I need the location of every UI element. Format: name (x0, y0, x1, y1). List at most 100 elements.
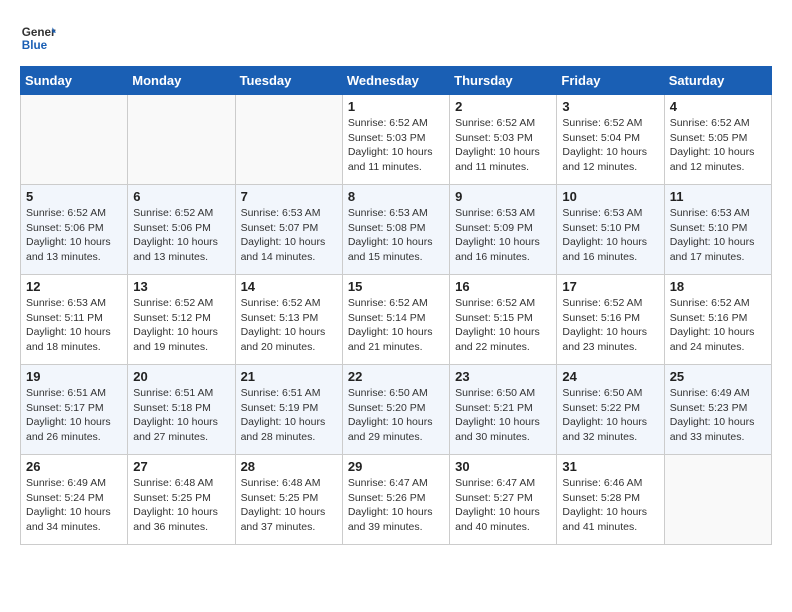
calendar-cell: 15 Sunrise: 6:52 AM Sunset: 5:14 PM Dayli… (342, 275, 449, 365)
day-number: 19 (26, 369, 122, 384)
day-info: Sunrise: 6:52 AM Sunset: 5:16 PM Dayligh… (670, 296, 766, 355)
day-number: 22 (348, 369, 444, 384)
calendar-week-row: 26 Sunrise: 6:49 AM Sunset: 5:24 PM Dayli… (21, 455, 772, 545)
calendar-cell (21, 95, 128, 185)
calendar-cell: 6Sunrise: 6:52 AM Sunset: 5:06 PM Daylig… (128, 185, 235, 275)
day-number: 2 (455, 99, 551, 114)
calendar-cell: 10 Sunrise: 6:53 AM Sunset: 5:10 PM Dayli… (557, 185, 664, 275)
calendar-cell: 13 Sunrise: 6:52 AM Sunset: 5:12 PM Dayli… (128, 275, 235, 365)
day-number: 30 (455, 459, 551, 474)
calendar-cell (128, 95, 235, 185)
day-info: Sunrise: 6:52 AM Sunset: 5:15 PM Dayligh… (455, 296, 551, 355)
day-number: 17 (562, 279, 658, 294)
day-number: 10 (562, 189, 658, 204)
calendar-cell: 19 Sunrise: 6:51 AM Sunset: 5:17 PM Dayli… (21, 365, 128, 455)
day-number: 5 (26, 189, 122, 204)
calendar-cell: 18 Sunrise: 6:52 AM Sunset: 5:16 PM Dayli… (664, 275, 771, 365)
calendar-cell: 25 Sunrise: 6:49 AM Sunset: 5:23 PM Dayli… (664, 365, 771, 455)
calendar-cell: 30Sunrise: 6:47 AM Sunset: 5:27 PM Dayli… (450, 455, 557, 545)
day-info: Sunrise: 6:49 AM Sunset: 5:23 PM Dayligh… (670, 386, 766, 445)
day-info: Sunrise: 6:52 AM Sunset: 5:12 PM Dayligh… (133, 296, 229, 355)
day-info: Sunrise: 6:52 AM Sunset: 5:13 PM Dayligh… (241, 296, 337, 355)
day-number: 12 (26, 279, 122, 294)
calendar-cell: 16 Sunrise: 6:52 AM Sunset: 5:15 PM Dayli… (450, 275, 557, 365)
day-info: Sunrise: 6:46 AM Sunset: 5:28 PM Dayligh… (562, 476, 658, 535)
day-info: Sunrise: 6:52 AM Sunset: 5:05 PM Dayligh… (670, 116, 766, 175)
day-number: 4 (670, 99, 766, 114)
calendar-cell: 3Sunrise: 6:52 AM Sunset: 5:04 PM Daylig… (557, 95, 664, 185)
day-info: Sunrise: 6:50 AM Sunset: 5:21 PM Dayligh… (455, 386, 551, 445)
day-info: Sunrise: 6:51 AM Sunset: 5:17 PM Dayligh… (26, 386, 122, 445)
day-info: Sunrise: 6:53 AM Sunset: 5:08 PM Dayligh… (348, 206, 444, 265)
day-info: Sunrise: 6:52 AM Sunset: 5:16 PM Dayligh… (562, 296, 658, 355)
calendar-cell: 31Sunrise: 6:46 AM Sunset: 5:28 PM Dayli… (557, 455, 664, 545)
calendar-cell: 2 Sunrise: 6:52 AM Sunset: 5:03 PM Daylig… (450, 95, 557, 185)
day-info: Sunrise: 6:52 AM Sunset: 5:14 PM Dayligh… (348, 296, 444, 355)
logo: General Blue (20, 20, 56, 56)
calendar-cell: 1 Sunrise: 6:52 AM Sunset: 5:03 PM Daylig… (342, 95, 449, 185)
weekday-header-thursday: Thursday (450, 67, 557, 95)
calendar-cell: 4 Sunrise: 6:52 AM Sunset: 5:05 PM Daylig… (664, 95, 771, 185)
calendar-cell: 8Sunrise: 6:53 AM Sunset: 5:08 PM Daylig… (342, 185, 449, 275)
day-number: 26 (26, 459, 122, 474)
day-number: 7 (241, 189, 337, 204)
day-info: Sunrise: 6:52 AM Sunset: 5:03 PM Dayligh… (348, 116, 444, 175)
weekday-header-row: SundayMondayTuesdayWednesdayThursdayFrid… (21, 67, 772, 95)
logo-icon: General Blue (20, 20, 56, 56)
day-info: Sunrise: 6:53 AM Sunset: 5:09 PM Dayligh… (455, 206, 551, 265)
calendar-week-row: 5 Sunrise: 6:52 AM Sunset: 5:06 PM Daylig… (21, 185, 772, 275)
calendar-cell: 5 Sunrise: 6:52 AM Sunset: 5:06 PM Daylig… (21, 185, 128, 275)
svg-text:General: General (22, 26, 56, 39)
weekday-header-monday: Monday (128, 67, 235, 95)
day-number: 28 (241, 459, 337, 474)
day-number: 23 (455, 369, 551, 384)
day-number: 21 (241, 369, 337, 384)
day-info: Sunrise: 6:53 AM Sunset: 5:11 PM Dayligh… (26, 296, 122, 355)
weekday-header-wednesday: Wednesday (342, 67, 449, 95)
calendar-cell: 24 Sunrise: 6:50 AM Sunset: 5:22 PM Dayli… (557, 365, 664, 455)
calendar-cell: 9 Sunrise: 6:53 AM Sunset: 5:09 PM Daylig… (450, 185, 557, 275)
day-number: 15 (348, 279, 444, 294)
calendar-week-row: 1 Sunrise: 6:52 AM Sunset: 5:03 PM Daylig… (21, 95, 772, 185)
day-number: 3 (562, 99, 658, 114)
day-info: Sunrise: 6:48 AM Sunset: 5:25 PM Dayligh… (133, 476, 229, 535)
day-number: 29 (348, 459, 444, 474)
day-number: 27 (133, 459, 229, 474)
calendar-cell: 26 Sunrise: 6:49 AM Sunset: 5:24 PM Dayli… (21, 455, 128, 545)
day-info: Sunrise: 6:50 AM Sunset: 5:20 PM Dayligh… (348, 386, 444, 445)
calendar-cell: 29 Sunrise: 6:47 AM Sunset: 5:26 PM Dayli… (342, 455, 449, 545)
day-info: Sunrise: 6:51 AM Sunset: 5:19 PM Dayligh… (241, 386, 337, 445)
calendar-cell: 27 Sunrise: 6:48 AM Sunset: 5:25 PM Dayli… (128, 455, 235, 545)
day-info: Sunrise: 6:50 AM Sunset: 5:22 PM Dayligh… (562, 386, 658, 445)
day-info: Sunrise: 6:52 AM Sunset: 5:06 PM Dayligh… (26, 206, 122, 265)
calendar-cell: 22 Sunrise: 6:50 AM Sunset: 5:20 PM Dayli… (342, 365, 449, 455)
weekday-header-sunday: Sunday (21, 67, 128, 95)
calendar-cell (235, 95, 342, 185)
day-info: Sunrise: 6:53 AM Sunset: 5:10 PM Dayligh… (562, 206, 658, 265)
weekday-header-friday: Friday (557, 67, 664, 95)
calendar-cell: 12 Sunrise: 6:53 AM Sunset: 5:11 PM Dayli… (21, 275, 128, 365)
calendar-cell: 17 Sunrise: 6:52 AM Sunset: 5:16 PM Dayli… (557, 275, 664, 365)
day-number: 16 (455, 279, 551, 294)
calendar-week-row: 19 Sunrise: 6:51 AM Sunset: 5:17 PM Dayli… (21, 365, 772, 455)
day-info: Sunrise: 6:49 AM Sunset: 5:24 PM Dayligh… (26, 476, 122, 535)
calendar-cell: 28Sunrise: 6:48 AM Sunset: 5:25 PM Dayli… (235, 455, 342, 545)
day-number: 18 (670, 279, 766, 294)
day-info: Sunrise: 6:51 AM Sunset: 5:18 PM Dayligh… (133, 386, 229, 445)
day-number: 14 (241, 279, 337, 294)
calendar-week-row: 12 Sunrise: 6:53 AM Sunset: 5:11 PM Dayli… (21, 275, 772, 365)
day-number: 20 (133, 369, 229, 384)
calendar-table: SundayMondayTuesdayWednesdayThursdayFrid… (20, 66, 772, 545)
day-number: 9 (455, 189, 551, 204)
weekday-header-saturday: Saturday (664, 67, 771, 95)
day-info: Sunrise: 6:52 AM Sunset: 5:03 PM Dayligh… (455, 116, 551, 175)
day-info: Sunrise: 6:53 AM Sunset: 5:10 PM Dayligh… (670, 206, 766, 265)
day-info: Sunrise: 6:52 AM Sunset: 5:06 PM Dayligh… (133, 206, 229, 265)
day-number: 25 (670, 369, 766, 384)
day-info: Sunrise: 6:47 AM Sunset: 5:26 PM Dayligh… (348, 476, 444, 535)
day-number: 1 (348, 99, 444, 114)
day-number: 13 (133, 279, 229, 294)
day-info: Sunrise: 6:53 AM Sunset: 5:07 PM Dayligh… (241, 206, 337, 265)
day-number: 24 (562, 369, 658, 384)
calendar-cell: 23 Sunrise: 6:50 AM Sunset: 5:21 PM Dayli… (450, 365, 557, 455)
